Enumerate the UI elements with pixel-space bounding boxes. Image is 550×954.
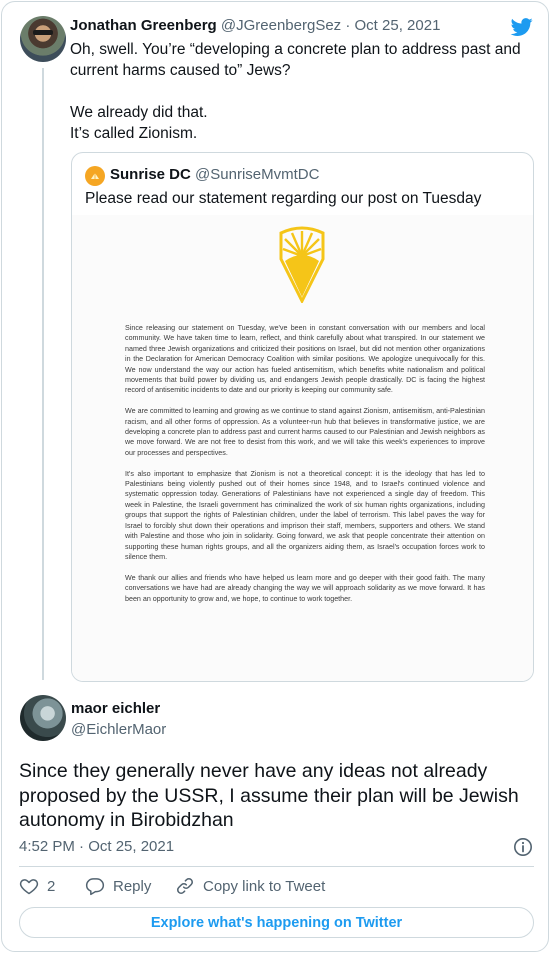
tweet-text-line: Oh, swell. You’re “developing a concrete… xyxy=(70,41,521,58)
author-display-name[interactable]: Jonathan Greenberg xyxy=(70,17,217,34)
avatar-sunrise-dc[interactable] xyxy=(85,166,105,186)
statement-paragraph: Since releasing our statement on Tuesday… xyxy=(125,324,485,395)
copy-link-label: Copy link to Tweet xyxy=(203,877,326,895)
info-icon[interactable] xyxy=(513,837,533,857)
reply-author-name[interactable]: maor eichler xyxy=(71,700,160,717)
reply-timestamp[interactable]: 4:52 PM · Oct 25, 2021 xyxy=(19,838,174,855)
parent-tweet-header: Jonathan Greenberg @JGreenbergSez · Oct … xyxy=(70,17,440,34)
quoted-author-name[interactable]: Sunrise DC xyxy=(110,166,191,183)
explore-twitter-button[interactable]: Explore what's happening on Twitter xyxy=(19,907,534,938)
statement-body: Since releasing our statement on Tuesday… xyxy=(125,323,485,614)
heart-icon xyxy=(19,879,39,895)
reply-text-line: Since they generally never have any idea… xyxy=(19,760,488,782)
quoted-author-handle[interactable]: @SunriseMvmtDC xyxy=(195,166,319,183)
tweet-text-line: We already did that. xyxy=(70,104,208,121)
statement-paragraph: We thank our allies and friends who have… xyxy=(125,573,485,603)
copy-link-button[interactable]: Copy link to Tweet xyxy=(175,876,325,896)
header-separator: · xyxy=(345,17,351,34)
link-icon xyxy=(177,878,193,894)
tweet-date[interactable]: Oct 25, 2021 xyxy=(355,17,441,34)
thread-connector-line xyxy=(42,68,44,680)
statement-paragraph: It's also important to emphasize that Zi… xyxy=(125,469,485,561)
reply-text-line: proposed by the USSR, I assume their pla… xyxy=(19,784,519,807)
reply-tweet-text: Since they generally never have any idea… xyxy=(19,759,539,833)
reply-text-line: autonomy in Birobidzhan xyxy=(19,809,234,831)
avatar-maor-eichler[interactable] xyxy=(20,695,66,741)
author-handle[interactable]: @JGreenbergSez xyxy=(221,17,341,34)
actions-divider xyxy=(19,866,534,867)
quoted-tweet[interactable]: Sunrise DC @SunriseMvmtDC Please read ou… xyxy=(71,152,534,682)
twitter-bird-icon[interactable] xyxy=(510,16,534,38)
tweet-text-line: It’s called Zionism. xyxy=(70,125,198,142)
sunrise-logo-icon xyxy=(279,226,325,303)
reply-label: Reply xyxy=(113,877,152,895)
quoted-tweet-text: Please read our statement regarding our … xyxy=(85,190,482,207)
statement-paragraph: We are committed to learning and growing… xyxy=(125,407,485,457)
avatar-jonathan-greenberg[interactable] xyxy=(20,16,66,62)
like-count: 2 xyxy=(47,877,56,895)
embedded-tweet-card: Jonathan Greenberg @JGreenbergSez · Oct … xyxy=(1,1,549,952)
quoted-tweet-header: Sunrise DC @SunriseMvmtDC xyxy=(110,166,319,183)
reply-author-handle[interactable]: @EichlerMaor xyxy=(71,721,166,738)
like-button[interactable]: 2 xyxy=(19,876,55,896)
sunrise-avatar-icon xyxy=(91,173,99,179)
reply-button[interactable]: Reply xyxy=(85,876,151,896)
parent-tweet-text: Oh, swell. You’re “developing a concrete… xyxy=(70,39,530,144)
reply-icon xyxy=(85,878,105,896)
statement-image[interactable]: Since releasing our statement on Tuesday… xyxy=(72,215,533,681)
tweet-text-line: current harms caused to” Jews? xyxy=(70,62,291,79)
